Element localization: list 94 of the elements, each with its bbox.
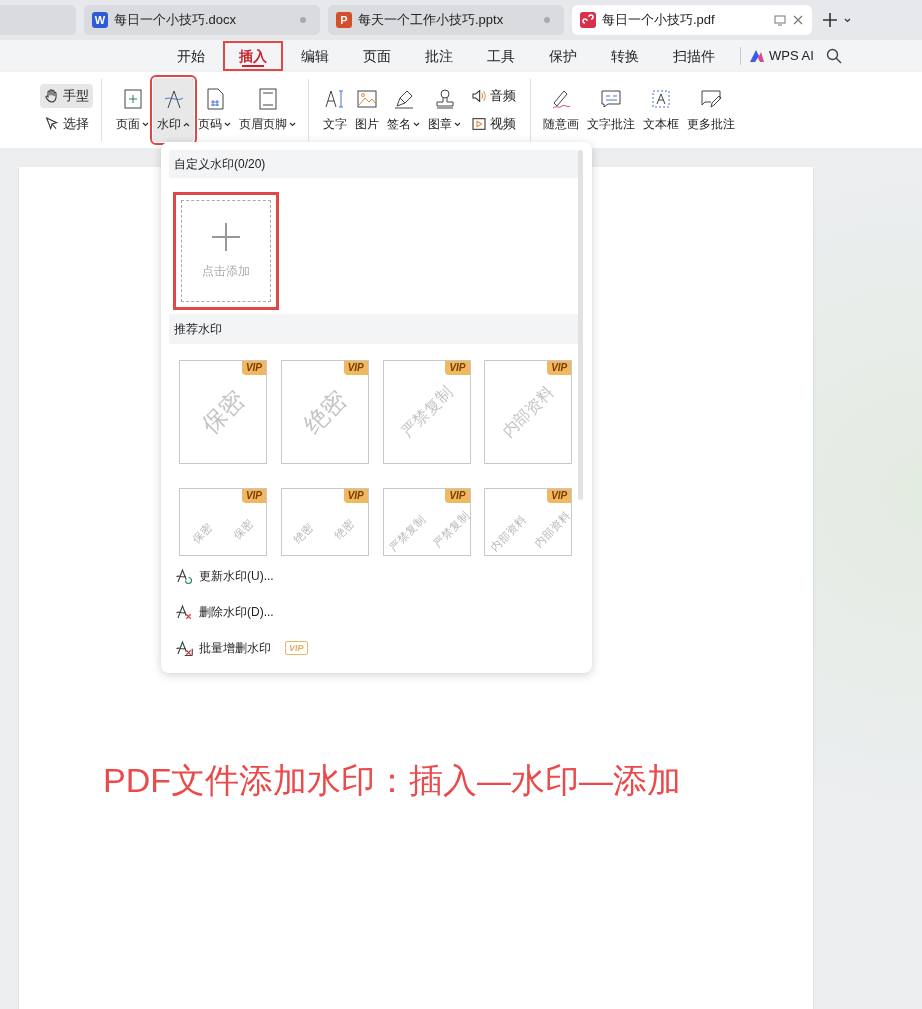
watermark-sample-text: 内部资料 [531, 508, 572, 552]
ribbon-button[interactable]: 图片 [351, 78, 383, 142]
tab-title: 每天一个工作小技巧.pptx [358, 11, 505, 30]
watermark-sample-text: 内部资料 [497, 381, 559, 443]
watermark-delete-icon [175, 603, 193, 621]
menu-tab[interactable]: 开始 [161, 41, 221, 71]
document-tab[interactable]: P 每天一个工作小技巧.pptx [328, 5, 564, 35]
caret-icon [289, 121, 296, 127]
watermark-sample-text: 严禁复制 [430, 508, 470, 552]
caret-icon [844, 17, 851, 23]
ai-logo-icon [749, 49, 765, 63]
play-box-icon [471, 116, 487, 132]
vip-badge: VIP [343, 489, 368, 503]
caret-icon [413, 121, 420, 127]
window-icon[interactable] [774, 14, 786, 26]
ribbon-button[interactable]: 水印 [153, 78, 194, 142]
ribbon-button[interactable]: 文字批注 [583, 78, 639, 142]
menu-tab[interactable]: 扫描件 [657, 41, 731, 71]
watermark-preset[interactable]: 绝密 绝密 VIP [280, 488, 369, 556]
document-caption: PDF文件添加水印：插入—水印—添加 [103, 760, 682, 801]
cursor-icon [44, 116, 60, 132]
ribbon-small-button[interactable]: 视频 [467, 112, 520, 136]
menu-tab[interactable]: 工具 [471, 41, 531, 71]
menu-tab[interactable]: 转换 [595, 41, 655, 71]
plus-icon [211, 222, 241, 252]
vip-badge: VIP [547, 489, 572, 503]
watermark-preset[interactable]: 绝密 VIP [280, 360, 369, 464]
caret-icon [224, 121, 231, 127]
watermark-sample-text: 保密 [195, 384, 251, 441]
pdf-file-icon [580, 12, 596, 28]
watermark-sample-text: 保密 [188, 520, 216, 548]
comment-pen-icon [699, 87, 723, 111]
ribbon-button[interactable]: 签名 [383, 78, 424, 142]
file-type-icon: W [92, 12, 108, 28]
vip-badge: VIP [285, 641, 308, 655]
vip-badge: VIP [445, 489, 470, 503]
caret-icon [183, 121, 190, 127]
menu-item[interactable]: 更新水印(U)... [169, 558, 584, 594]
ribbon-button[interactable]: 文字 [319, 78, 351, 142]
wps-ai-button[interactable]: WPS AI [749, 46, 814, 66]
ribbon-button[interactable]: 图章 [424, 78, 465, 142]
menu-tab[interactable]: 页面 [347, 41, 407, 71]
ribbon-button[interactable]: 文本框 [639, 78, 683, 142]
file-type-icon: P [336, 12, 352, 28]
plus-icon[interactable] [822, 12, 838, 28]
vip-badge: VIP [343, 361, 368, 375]
tab-title: 每日一个小技巧.pdf [602, 11, 716, 30]
menu-item[interactable]: 批量增删水印 VIP [169, 630, 584, 666]
text-comment-icon [599, 87, 623, 111]
document-tab[interactable]: W 每日一个小技巧.docx [84, 5, 320, 35]
section-header: 推荐水印 [169, 314, 578, 344]
vip-badge: VIP [241, 489, 266, 503]
ribbon-button[interactable]: 页面 [112, 78, 153, 142]
menu-tab[interactable]: 编辑 [285, 41, 345, 71]
section-header: 自定义水印(0/20) [169, 150, 578, 178]
watermark-preset[interactable]: 内部资料 内部资料 VIP [484, 488, 572, 556]
watermark-preset[interactable]: 严禁复制 VIP [382, 360, 471, 464]
menu-tab[interactable]: 批注 [409, 41, 469, 71]
caret-icon [454, 121, 461, 127]
ribbon-small-button[interactable]: 手型 [40, 84, 93, 108]
watermark-sample-text: 绝密 [290, 520, 318, 548]
caret-icon [142, 121, 149, 127]
vip-badge: VIP [547, 361, 572, 375]
vip-badge: VIP [445, 361, 470, 375]
watermark-sample-text: 绝密 [296, 384, 353, 441]
ribbon-button[interactable]: 随意画 [539, 78, 583, 142]
watermark-batch-icon [175, 639, 193, 657]
tab-title: 每日一个小技巧.docx [114, 11, 238, 30]
document-tab[interactable]: 每日一个小技巧.pdf [572, 5, 812, 35]
watermark-refresh-icon [175, 567, 193, 585]
menu-item[interactable]: 删除水印(D)... [169, 594, 584, 630]
menu-tab[interactable]: 插入 [223, 41, 283, 71]
ribbon-button[interactable]: 更多批注 [683, 78, 739, 142]
ribbon-button[interactable]: 页眉页脚 [235, 78, 300, 142]
watermark-sample-text: 绝密 [331, 516, 359, 544]
speaker-icon [471, 88, 487, 104]
hand-icon [44, 88, 60, 104]
watermark-sample-text: 严禁复制 [386, 512, 429, 555]
close-icon[interactable] [792, 14, 804, 26]
ribbon-small-button[interactable]: 音频 [467, 84, 520, 108]
watermark-preset[interactable]: 内部资料 VIP [484, 360, 572, 464]
vip-badge: VIP [241, 361, 266, 375]
ribbon-small-button[interactable]: 选择 [40, 112, 93, 136]
watermark-preset[interactable]: 严禁复制 严禁复制 VIP [382, 488, 471, 556]
text-box-icon [649, 87, 673, 111]
watermark-sample-text: 内部资料 [487, 512, 530, 555]
watermark-sample-text: 保密 [229, 516, 257, 544]
watermark-sample-text: 严禁复制 [395, 381, 457, 443]
watermark-preset[interactable]: 保密 保密 VIP [179, 488, 267, 556]
image-icon [355, 87, 379, 111]
ribbon-button[interactable]: 页码 [194, 78, 235, 142]
menu-tab[interactable]: 保护 [533, 41, 593, 71]
search-icon[interactable] [825, 48, 842, 64]
watermark-preset[interactable]: 保密 VIP [179, 360, 267, 464]
